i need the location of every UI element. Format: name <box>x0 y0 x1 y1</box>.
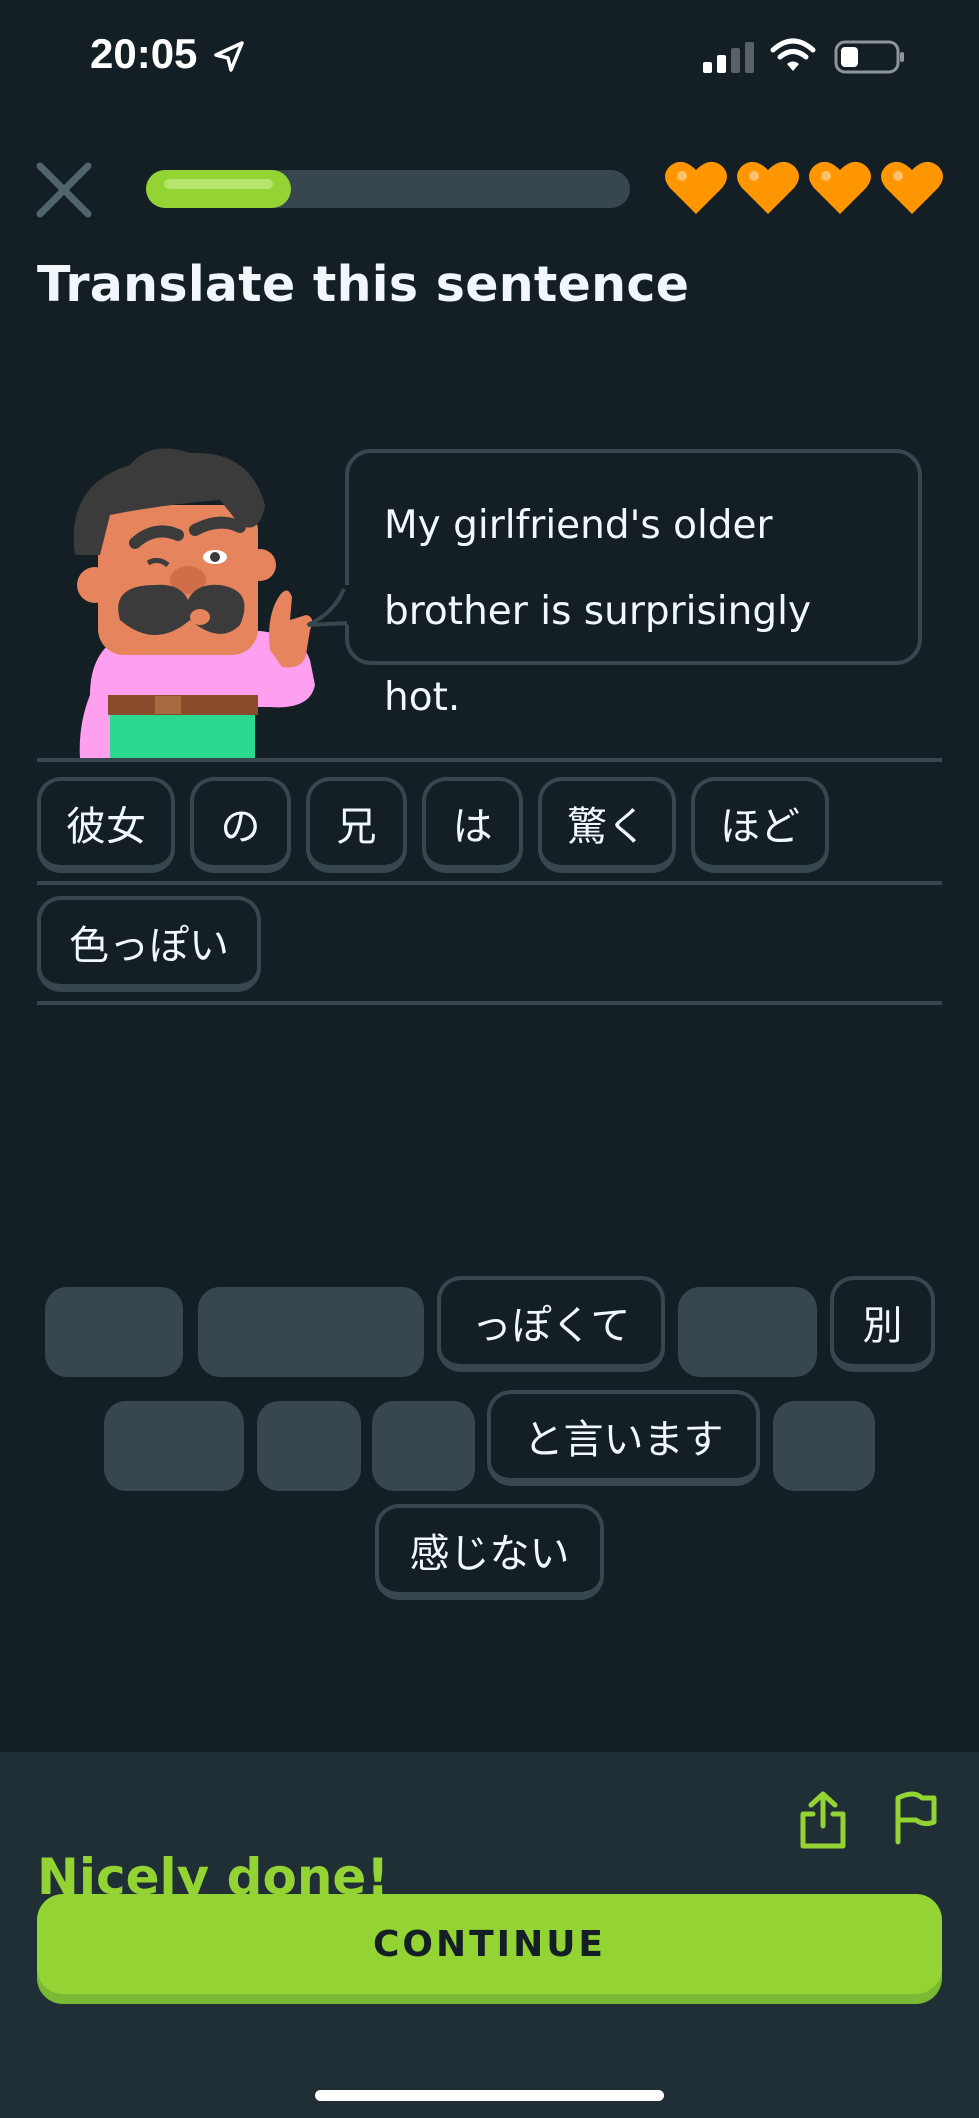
word-bank-slot-empty <box>257 1401 361 1491</box>
close-icon[interactable] <box>34 160 94 220</box>
cellular-signal-icon <box>703 42 754 73</box>
word-bank-slot-empty <box>773 1401 875 1491</box>
lesson-screen: 20:05 Translate this sentence My girlfri… <box>0 0 979 2118</box>
word-bank-slot-empty <box>678 1287 817 1377</box>
heart-icon <box>809 161 871 214</box>
flag-icon[interactable] <box>890 1790 940 1846</box>
lesson-progress-bar <box>146 170 630 208</box>
share-icon[interactable] <box>797 1790 849 1850</box>
word-bank-slot-empty <box>45 1287 183 1377</box>
answer-line <box>37 758 942 762</box>
progress-shine <box>164 179 273 189</box>
word-bank-slot-empty <box>198 1287 424 1377</box>
answer-tile[interactable]: 兄 <box>306 777 407 873</box>
continue-button[interactable]: CONTINUE <box>37 1894 942 1994</box>
answer-tile[interactable]: 色っぽい <box>37 896 261 992</box>
answer-tile[interactable]: は <box>422 777 523 873</box>
status-time: 20:05 <box>90 30 198 77</box>
answer-tile[interactable]: 彼女 <box>37 777 175 873</box>
location-arrow-icon <box>214 41 244 72</box>
answer-tile[interactable]: 驚く <box>538 777 676 873</box>
progress-fill <box>146 170 291 208</box>
word-bank-tile[interactable]: っぽくて <box>437 1276 665 1372</box>
battery-icon <box>834 40 904 74</box>
wifi-icon <box>770 38 816 71</box>
answer-line <box>37 881 942 885</box>
heart-icon <box>737 161 799 214</box>
answer-tile[interactable]: ほど <box>691 777 829 873</box>
word-bank-tile[interactable]: 別 <box>830 1276 935 1372</box>
heart-icon <box>665 161 727 214</box>
speech-bubble: My girlfriend's older brother is surpris… <box>345 449 922 720</box>
answer-tile[interactable]: の <box>190 777 291 873</box>
word-bank-tile[interactable]: 感じない <box>375 1504 604 1600</box>
word-bank-slot-empty <box>104 1401 244 1491</box>
answer-line <box>37 1001 942 1005</box>
page-title: Translate this sentence <box>37 256 690 313</box>
word-bank-slot-empty <box>372 1401 475 1491</box>
feedback-panel: Nicely done! CONTINUE <box>0 1752 979 2118</box>
heart-icon <box>881 161 943 214</box>
speech-bubble-tail <box>306 585 349 627</box>
word-bank-tile[interactable]: と言います <box>487 1390 760 1486</box>
mustache-man-character <box>73 448 315 759</box>
home-indicator <box>315 2090 664 2101</box>
prompt-sentence: My girlfriend's older brother is surpris… <box>384 503 812 720</box>
hearts-counter <box>664 158 944 218</box>
